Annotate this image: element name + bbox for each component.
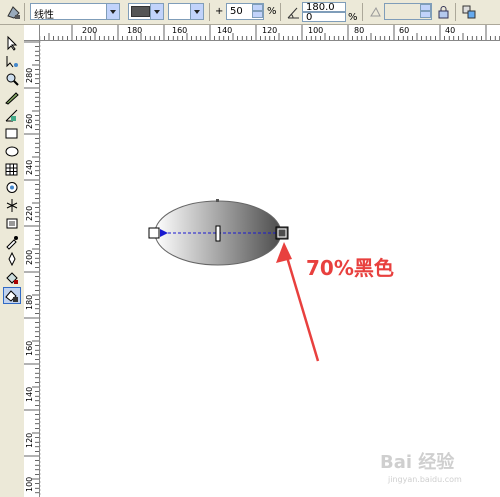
property-bar: 线性 + 50 % 180.0 0 % [0, 0, 500, 25]
ruler-label: 180 [127, 26, 143, 35]
chevron-down-icon[interactable] [190, 4, 203, 19]
toolbox [0, 25, 25, 497]
fill-type-dropdown[interactable]: 线性 [30, 3, 120, 21]
fill-type-value: 线性 [34, 10, 54, 21]
midpoint-icon: + [215, 6, 224, 17]
drawing-canvas[interactable] [40, 41, 500, 497]
ellipse-tool-icon[interactable] [3, 143, 21, 160]
watermark-url: jingyan.baidu.com [388, 475, 462, 484]
horizontal-ruler[interactable]: 200 180 160 140 120 100 80 60 40 [24, 25, 500, 41]
ellipse-node[interactable] [216, 199, 219, 202]
copy-fill-icon[interactable] [460, 3, 479, 22]
midpoint-percent: % [267, 6, 277, 17]
steps-lock-icon[interactable] [366, 3, 385, 22]
chevron-down-icon[interactable] [150, 4, 163, 19]
ruler-label: 280 [25, 67, 34, 83]
ruler-label: 180 [25, 294, 34, 310]
ruler-label: 140 [25, 386, 34, 402]
vertical-ruler[interactable]: 280 260 240 220 200 180 160 140 120 100 [24, 40, 40, 497]
shape-tool-icon[interactable] [3, 53, 21, 70]
text-tool-icon[interactable] [3, 197, 21, 214]
ruler-origin[interactable] [24, 25, 40, 41]
ruler-label: 120 [25, 432, 34, 448]
interactive-blend-tool-icon[interactable] [3, 215, 21, 232]
second-color-picker[interactable] [168, 3, 204, 20]
ruler-label: 120 [262, 26, 278, 35]
annotation-label: 70%黑色 [306, 256, 394, 280]
outline-tool-icon[interactable] [3, 251, 21, 268]
ruler-label: 160 [172, 26, 188, 35]
edge-pad-percent: % [348, 12, 358, 23]
gradient-start-handle[interactable] [148, 227, 160, 239]
watermark-text: Bai 经验 [380, 452, 455, 473]
angle-input[interactable]: 180.0 [302, 2, 346, 13]
eyedropper-tool-icon[interactable] [3, 233, 21, 250]
ruler-label: 60 [399, 26, 410, 35]
ruler-label: 100 [308, 26, 324, 35]
ruler-label: 220 [25, 205, 34, 221]
angle-icon [284, 3, 303, 22]
edge-pad-value: 0 [306, 12, 313, 23]
rectangle-tool-icon[interactable] [3, 125, 21, 142]
steps-input [384, 3, 432, 20]
interactive-fill-tool-icon[interactable] [3, 287, 21, 304]
watermark-logo: Bai 经验 [380, 448, 454, 474]
basic-shapes-tool-icon[interactable] [3, 179, 21, 196]
ruler-label: 160 [25, 340, 34, 356]
smart-fill-tool-icon[interactable] [3, 107, 21, 124]
midpoint-spinner[interactable] [252, 4, 263, 19]
gradient-color-picker[interactable] [128, 3, 164, 20]
color-swatch [131, 6, 150, 17]
ruler-label: 140 [217, 26, 233, 35]
polygon-tool-icon[interactable] [3, 161, 21, 178]
midpoint-value: 50 [230, 6, 243, 17]
freehand-tool-icon[interactable] [3, 89, 21, 106]
gradient-midpoint-slider[interactable] [215, 225, 221, 242]
ruler-label: 200 [82, 26, 98, 35]
ruler-label: 260 [25, 113, 34, 129]
fill-options-icon[interactable] [4, 3, 23, 22]
ruler-label: 100 [25, 476, 34, 492]
edge-pad-input[interactable]: 0 [302, 12, 346, 23]
zoom-tool-icon[interactable] [3, 71, 21, 88]
lock-icon[interactable] [434, 3, 453, 22]
ruler-label: 240 [25, 159, 34, 175]
midpoint-input[interactable]: 50 [226, 3, 264, 20]
ruler-label: 40 [445, 26, 456, 35]
ruler-label: 80 [354, 26, 365, 35]
fill-tool-icon[interactable] [3, 269, 21, 286]
ruler-label: 200 [25, 249, 34, 265]
steps-spinner [420, 4, 431, 19]
chevron-down-icon[interactable] [106, 4, 119, 19]
pick-tool-icon[interactable] [3, 35, 21, 52]
